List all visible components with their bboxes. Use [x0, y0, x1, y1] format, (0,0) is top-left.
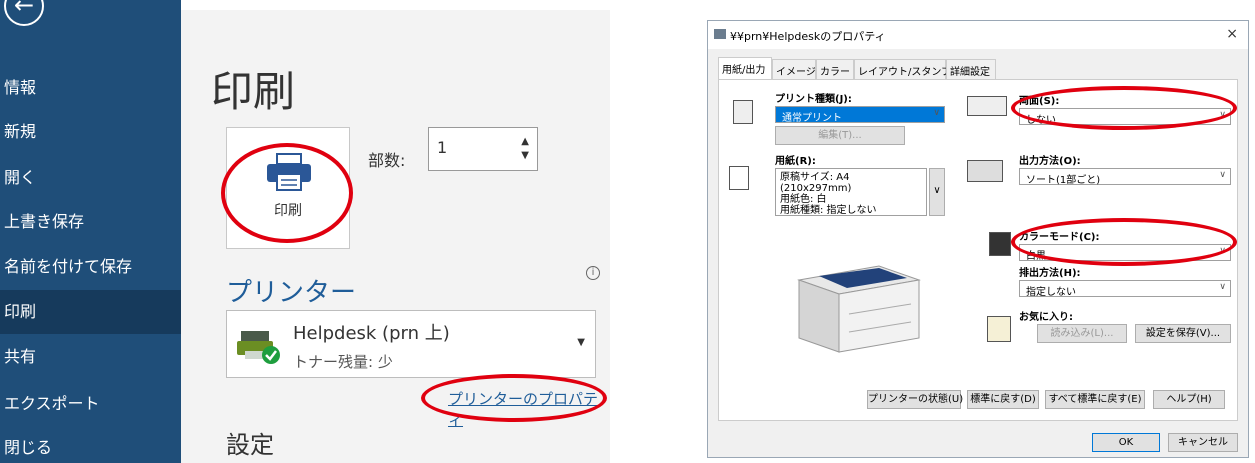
tab-color[interactable]: カラー	[816, 59, 854, 79]
print-type-value: 通常プリント	[782, 113, 842, 124]
annotation-ellipse-duplex	[1011, 86, 1237, 130]
copies-label: 部数:	[368, 151, 406, 170]
save-settings-button[interactable]: 設定を保存(V)...	[1135, 324, 1231, 343]
tab-paper-output[interactable]: 用紙/出力	[718, 57, 772, 79]
sidebar-item-save[interactable]: 上書き保存	[0, 200, 181, 244]
backstage-content: 印刷 印刷 部数: 1 ▲ ▼ プリンター i Helpdesk (prn 上)…	[181, 10, 610, 463]
annotation-ellipse-properties	[421, 374, 607, 422]
dialog-titlebar: ¥¥prn¥Helpdeskのプロパティ ×	[708, 21, 1248, 49]
chevron-down-icon: ▼	[577, 337, 585, 348]
copies-value: 1	[437, 138, 448, 157]
restore-all-default-button[interactable]: すべて標準に戻す(E)	[1045, 390, 1145, 409]
sidebar-item-print[interactable]: 印刷	[0, 290, 181, 334]
sidebar-item-info[interactable]: 情報	[0, 66, 181, 110]
paper-line: 原稿サイズ: A4 (210x297mm)	[780, 172, 852, 194]
page-title: 印刷	[211, 67, 296, 116]
print-type-select[interactable]: 通常プリント ∨	[775, 106, 945, 124]
load-favorites-button[interactable]: 読み込み(L)...	[1037, 324, 1127, 343]
printer-dropdown[interactable]: Helpdesk (prn 上) トナー残量: 少 ▼	[226, 310, 596, 378]
annotation-ellipse-color-mode	[1011, 218, 1237, 266]
annotation-ellipse-print	[221, 143, 353, 243]
back-arrow-icon[interactable]: ←	[4, 0, 44, 26]
backstage-sidebar: ← 情報 新規 開く 上書き保存 名前を付けて保存 印刷 共有 エクスポート 閉…	[0, 0, 181, 463]
chevron-down-icon: ∨	[1219, 170, 1226, 180]
printer-status-icon	[237, 331, 280, 364]
settings-heading: 設定	[226, 431, 274, 459]
tab-advanced[interactable]: 詳細設定	[946, 59, 996, 79]
printer-app-icon	[714, 29, 726, 39]
paper-line: 用紙色: 白	[780, 194, 827, 205]
eject-select[interactable]: 指定しない ∨	[1019, 280, 1231, 298]
sidebar-item-new[interactable]: 新規	[0, 110, 181, 154]
printer-illustration	[797, 265, 921, 353]
output-select[interactable]: ソート(1部ごと) ∨	[1019, 168, 1231, 186]
cancel-button[interactable]: キャンセル	[1168, 433, 1238, 452]
paper-dropdown-button[interactable]: ∨	[929, 168, 945, 216]
eject-value: 指定しない	[1026, 287, 1076, 298]
ok-button[interactable]: OK	[1092, 433, 1160, 452]
collate-icon	[967, 160, 1003, 182]
sidebar-item-save-as[interactable]: 名前を付けて保存	[0, 245, 181, 289]
sidebar-item-open[interactable]: 開く	[0, 156, 181, 200]
paper-label: 用紙(R):	[775, 156, 816, 167]
favorites-label: お気に入り:	[1019, 312, 1073, 323]
info-icon[interactable]: i	[586, 266, 600, 280]
printer-toner-status: トナー残量: 少	[293, 353, 393, 371]
duplex-icon	[967, 96, 1007, 116]
eject-label: 排出方法(H):	[1019, 268, 1081, 279]
chevron-down-icon: ∨	[1219, 282, 1226, 292]
help-button[interactable]: ヘルプ(H)	[1153, 390, 1225, 409]
sidebar-item-close[interactable]: 閉じる	[0, 426, 181, 463]
paper-summary[interactable]: 原稿サイズ: A4 (210x297mm) 用紙色: 白 用紙種類: 指定しない	[775, 168, 927, 216]
folder-icon	[987, 316, 1011, 342]
printer-status-button[interactable]: プリンターの状態(U)	[867, 390, 963, 409]
dialog-title: ¥¥prn¥Helpdeskのプロパティ	[730, 30, 886, 43]
output-label: 出力方法(O):	[1019, 156, 1081, 167]
tab-image[interactable]: イメージ	[772, 59, 816, 79]
printer-properties-dialog: ¥¥prn¥Helpdeskのプロパティ × 用紙/出力 イメージ カラー レイ…	[707, 20, 1249, 458]
tab-content-paper-output: プリント種類(J): 通常プリント ∨ 編集(T)... 用紙(R): 原稿サイ…	[718, 79, 1238, 421]
sidebar-item-share[interactable]: 共有	[0, 335, 181, 379]
spinner-down-icon[interactable]: ▼	[521, 150, 529, 161]
color-mode-icon	[989, 232, 1011, 256]
paper-line: 用紙種類: 指定しない	[780, 205, 877, 216]
edit-button[interactable]: 編集(T)...	[775, 126, 905, 145]
printer-heading: プリンター	[226, 278, 357, 308]
sidebar-item-export[interactable]: エクスポート	[0, 382, 181, 426]
printer-name: Helpdesk (prn 上)	[293, 323, 450, 344]
copies-input[interactable]: 1 ▲ ▼	[428, 127, 538, 171]
print-type-label: プリント種類(J):	[775, 94, 852, 105]
word-print-backstage: ← 情報 新規 開く 上書き保存 名前を付けて保存 印刷 共有 エクスポート 閉…	[0, 0, 610, 463]
chevron-down-icon: ∨	[933, 108, 940, 118]
tab-layout-stamp[interactable]: レイアウト/スタンプ	[854, 59, 951, 79]
paper-icon	[729, 166, 749, 190]
spinner-up-icon[interactable]: ▲	[521, 136, 529, 147]
document-icon	[733, 100, 753, 124]
output-value: ソート(1部ごと)	[1026, 175, 1101, 186]
close-icon[interactable]: ×	[1226, 26, 1238, 42]
restore-default-button[interactable]: 標準に戻す(D)	[967, 390, 1039, 409]
